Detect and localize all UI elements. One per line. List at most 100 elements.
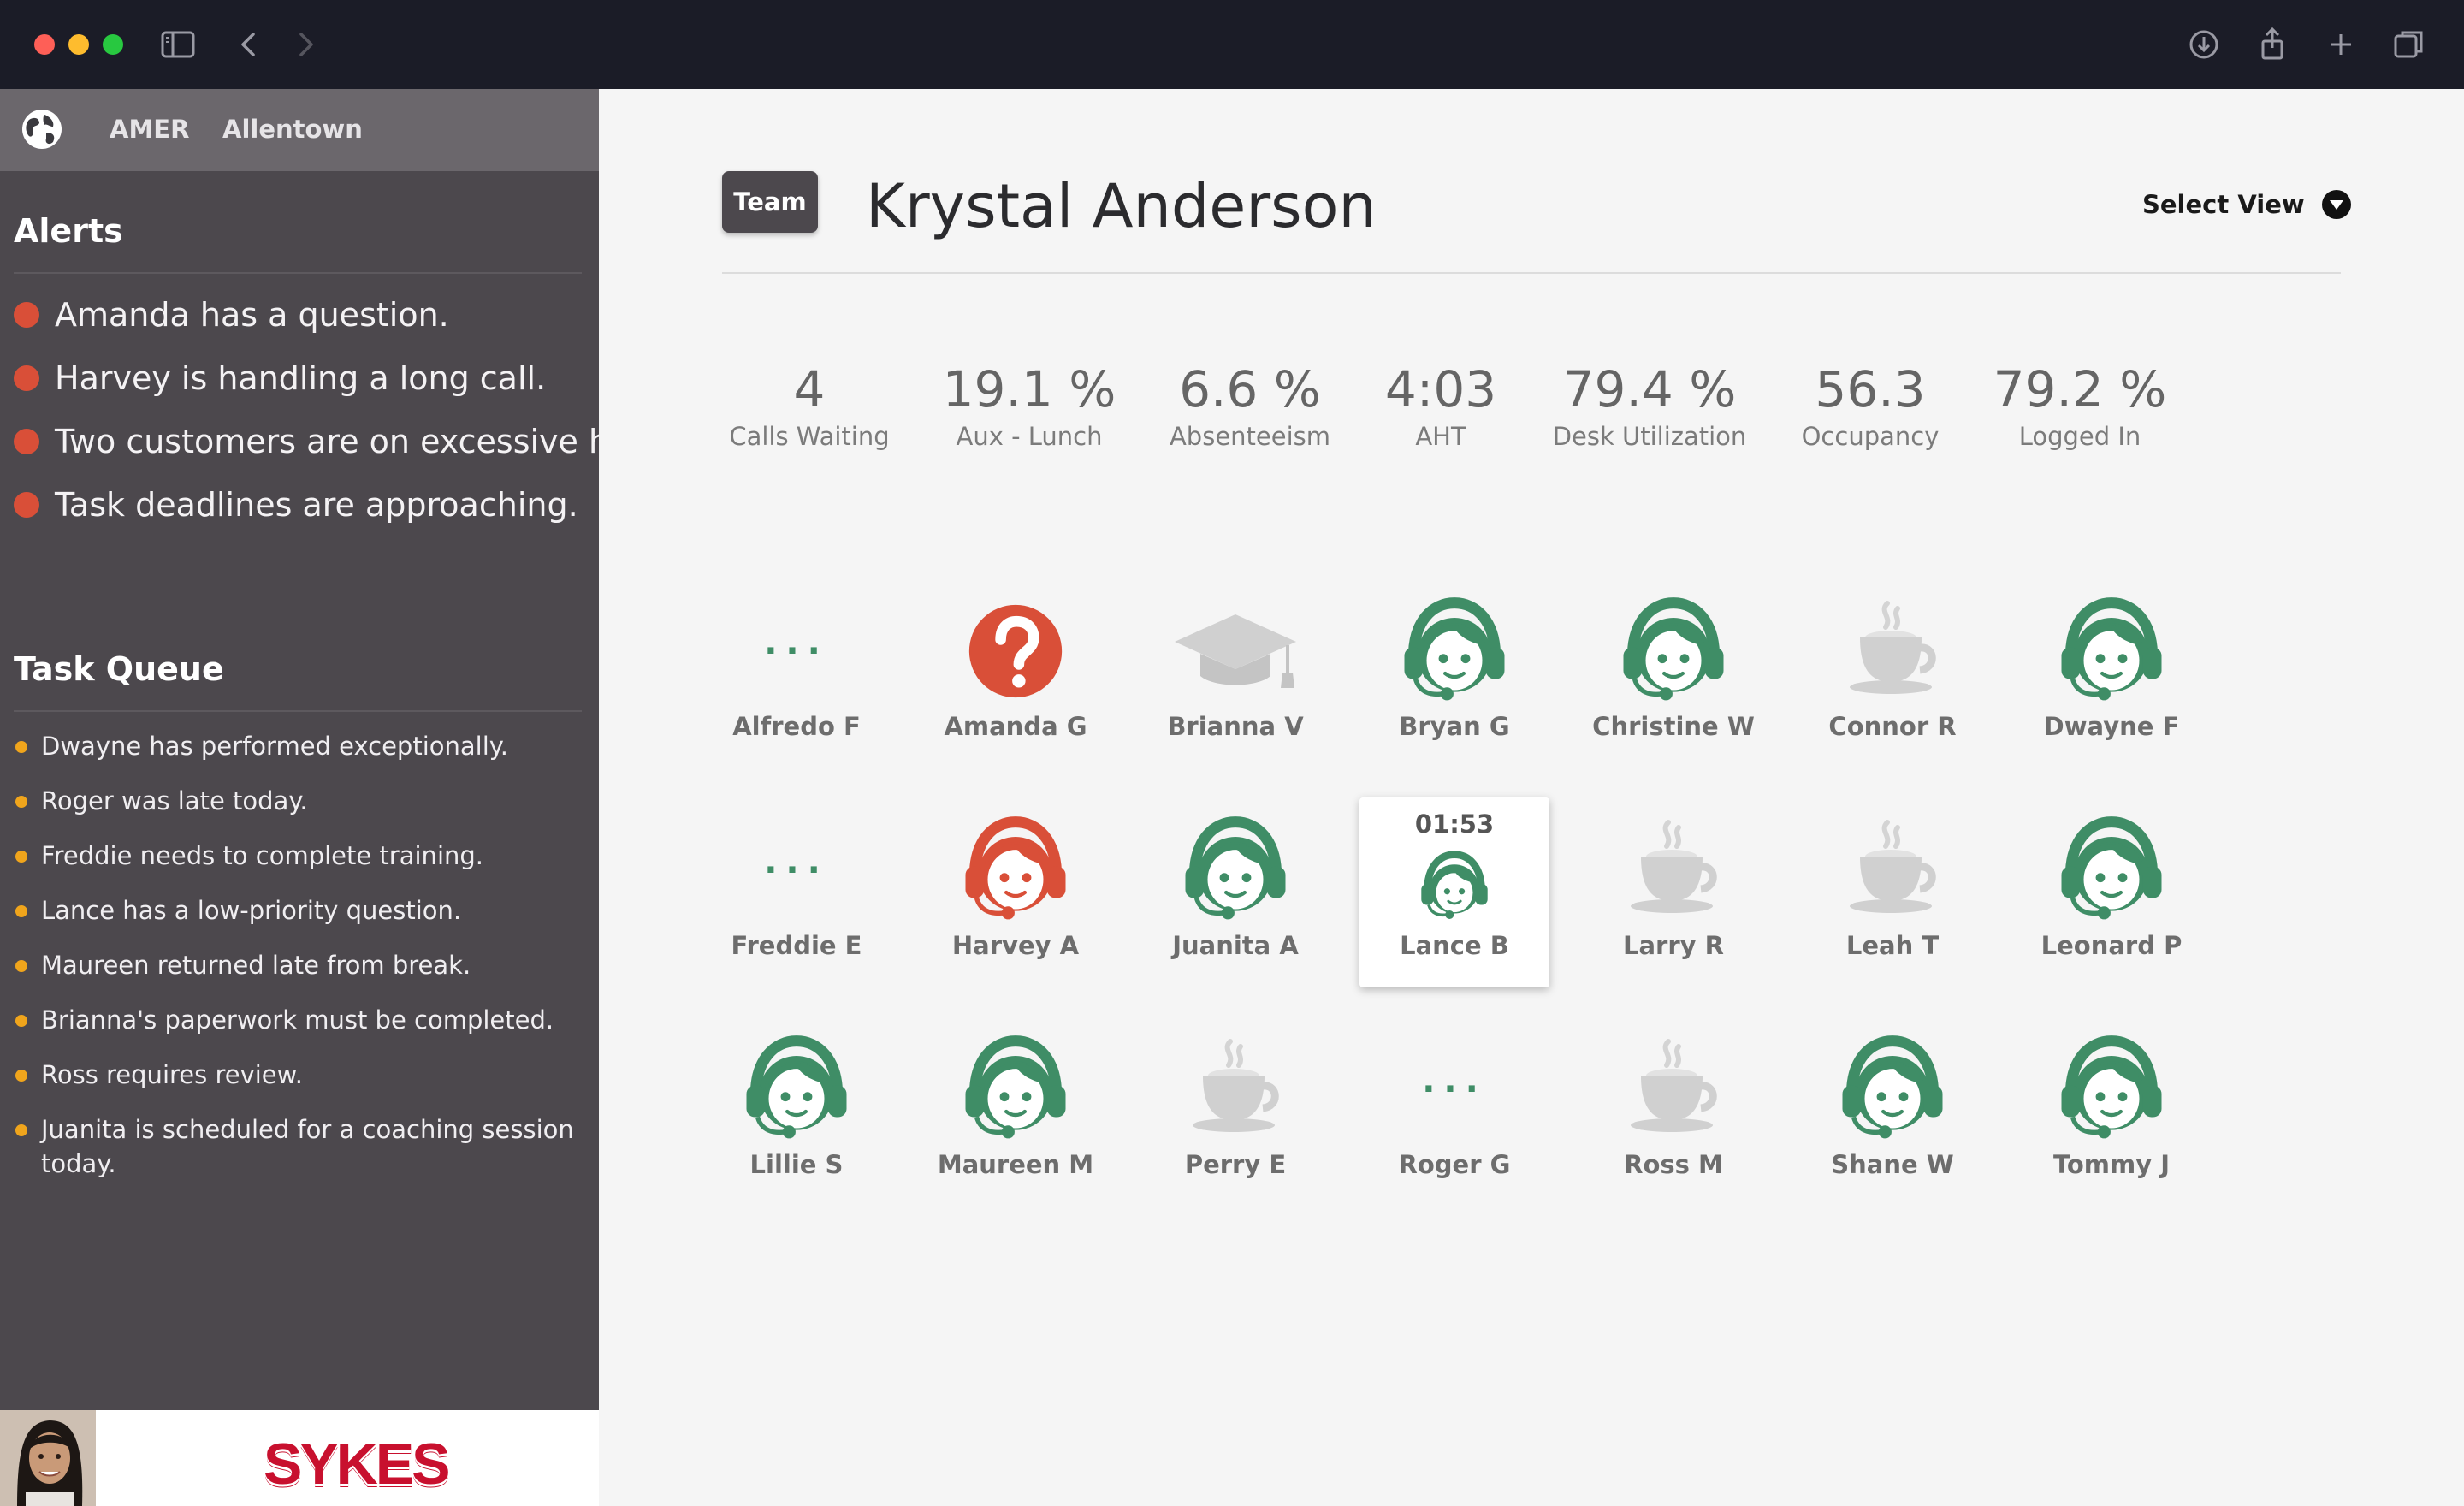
alert-text: Harvey is handling a long call. <box>55 359 547 397</box>
stat-value: 79.4 % <box>1562 360 1737 418</box>
alert-item[interactable]: Amanda has a question. <box>14 289 449 341</box>
headset-agent-icon <box>921 813 1111 928</box>
share-icon[interactable] <box>2252 24 2293 65</box>
task-text: Brianna's paperwork must be completed. <box>41 1005 554 1035</box>
agent-name: Larry R <box>1623 931 1724 960</box>
task-item[interactable]: Roger was late today. <box>14 784 587 818</box>
back-icon[interactable] <box>229 24 270 65</box>
agent-tile-leonard-p[interactable]: Leonard P <box>2017 797 2206 987</box>
agent-name: Leah T <box>1845 931 1940 960</box>
alert-item[interactable]: Two customers are on excessive hold. <box>14 416 669 467</box>
agent-tile-alfredo-f[interactable]: ··· Alfredo F <box>702 578 891 768</box>
agent-tile-ross-m[interactable]: Ross M <box>1578 1017 1768 1207</box>
site-link[interactable]: Allentown <box>222 115 363 144</box>
agent-name: Alfredo F <box>732 712 861 741</box>
agent-tile-connor-r[interactable]: Connor R <box>1798 578 1987 768</box>
agent-name: Maureen M <box>937 1150 1094 1179</box>
alert-text: Task deadlines are approaching. <box>55 486 578 524</box>
task-item[interactable]: Ross requires review. <box>14 1058 587 1092</box>
task-text: Lance has a low-priority question. <box>41 896 462 925</box>
task-dot-icon <box>15 1070 27 1082</box>
download-icon[interactable] <box>2183 24 2224 65</box>
agent-tile-brianna-v[interactable]: Brianna V <box>1140 578 1330 768</box>
headset-agent-icon <box>1359 845 1549 928</box>
supervisor-name: Krystal Anderson <box>866 171 1377 241</box>
ellipsis-icon: ··· <box>764 631 829 671</box>
avatar[interactable] <box>0 1410 96 1506</box>
task-text: Maureen returned late from break. <box>41 951 471 980</box>
agent-name: Tommy J <box>2052 1150 2171 1179</box>
task-dot-icon <box>15 1015 27 1027</box>
alert-item[interactable]: Harvey is handling a long call. <box>14 353 546 404</box>
agent-name: Ross M <box>1624 1150 1723 1179</box>
headset-agent-icon <box>1578 594 1768 709</box>
chevron-down-icon <box>2321 190 2351 219</box>
coffee-cup-icon <box>1140 1032 1330 1147</box>
tabs-overview-icon[interactable] <box>2389 24 2430 65</box>
agent-tile-leah-t[interactable]: Leah T <box>1798 797 1987 987</box>
agent-tile-bryan-g[interactable]: Bryan G <box>1359 578 1549 768</box>
stat-calls-waiting: 4 Calls Waiting <box>681 359 938 454</box>
agent-tile-shane-w[interactable]: Shane W <box>1798 1017 1987 1207</box>
agent-tile-lillie-s[interactable]: Lillie S <box>702 1017 891 1207</box>
agent-tile-christine-w[interactable]: Christine W <box>1578 578 1768 768</box>
agent-tile-perry-e[interactable]: Perry E <box>1140 1017 1330 1207</box>
agent-name: Leonard P <box>2040 931 2183 960</box>
task-dot-icon <box>15 905 27 917</box>
agent-tile-lance-b[interactable]: 01:53 Lance B <box>1359 797 1549 987</box>
forward-icon[interactable] <box>284 24 325 65</box>
stat-value: 79.2 % <box>1993 360 2167 418</box>
zoom-window-button[interactable] <box>103 34 123 55</box>
alert-dot-icon <box>14 302 39 328</box>
agent-tile-amanda-g[interactable]: Amanda G <box>921 578 1111 768</box>
task-item[interactable]: Juanita is scheduled for a coaching sess… <box>14 1112 587 1181</box>
agent-tile-roger-g[interactable]: ··· Roger G <box>1359 1017 1549 1207</box>
sidebar-toggle-icon[interactable] <box>157 24 198 65</box>
agent-tile-juanita-a[interactable]: Juanita A <box>1140 797 1330 987</box>
task-item[interactable]: Dwayne has performed exceptionally. <box>14 729 587 763</box>
team-badge[interactable]: Team <box>722 171 818 233</box>
task-item[interactable]: Freddie needs to complete training. <box>14 839 587 873</box>
coffee-cup-icon <box>1578 813 1768 928</box>
globe-icon[interactable] <box>21 108 63 151</box>
stat-aux-lunch: 19.1 % Aux - Lunch <box>901 359 1158 454</box>
agent-name: Freddie E <box>731 931 862 960</box>
new-tab-icon[interactable] <box>2320 24 2361 65</box>
agent-name: Roger G <box>1398 1150 1511 1179</box>
alert-text: Amanda has a question. <box>55 296 449 334</box>
task-dot-icon <box>15 960 27 972</box>
agent-tile-tommy-j[interactable]: Tommy J <box>2017 1017 2206 1207</box>
agent-tile-harvey-a[interactable]: Harvey A <box>921 797 1111 987</box>
browser-titlebar <box>0 0 2464 89</box>
task-item[interactable]: Lance has a low-priority question. <box>14 893 587 928</box>
stat-logged-in: 79.2 % Logged In <box>1952 359 2208 454</box>
task-item[interactable]: Maureen returned late from break. <box>14 948 587 982</box>
agent-tile-larry-r[interactable]: Larry R <box>1578 797 1768 987</box>
headset-agent-icon <box>921 1032 1111 1147</box>
close-window-button[interactable] <box>34 34 55 55</box>
agent-tile-dwayne-f[interactable]: Dwayne F <box>2017 578 2206 768</box>
alert-dot-icon <box>14 492 39 518</box>
stat-label: Logged In <box>2018 422 2141 451</box>
headset-agent-icon <box>702 1032 891 1147</box>
agent-name: Connor R <box>1828 712 1957 741</box>
main-panel: Team Krystal Anderson Select View 4 Calls… <box>599 89 2464 1506</box>
alert-item[interactable]: Task deadlines are approaching. <box>14 479 578 531</box>
agent-name: Harvey A <box>951 931 1080 960</box>
alerts-divider <box>14 272 582 274</box>
agent-tile-maureen-m[interactable]: Maureen M <box>921 1017 1111 1207</box>
task-item[interactable]: Brianna's paperwork must be completed. <box>14 1003 587 1037</box>
coffee-cup-icon <box>1798 813 1987 928</box>
stat-label: Desk Utilization <box>1552 422 1747 451</box>
select-view-dropdown[interactable]: Select View <box>2142 190 2351 219</box>
task-dot-icon <box>15 796 27 808</box>
minimize-window-button[interactable] <box>68 34 89 55</box>
agent-name: Dwayne F <box>2043 712 2180 741</box>
stat-label: Aux - Lunch <box>956 422 1103 451</box>
sidebar: AMER Allentown Alerts Amanda has a quest… <box>0 89 669 1506</box>
stat-value: 4 <box>793 360 826 418</box>
agent-name: Lillie S <box>749 1150 844 1179</box>
agent-tile-freddie-e[interactable]: ··· Freddie E <box>702 797 891 987</box>
headset-agent-icon <box>1798 1032 1987 1147</box>
region-link[interactable]: AMER <box>110 115 189 144</box>
